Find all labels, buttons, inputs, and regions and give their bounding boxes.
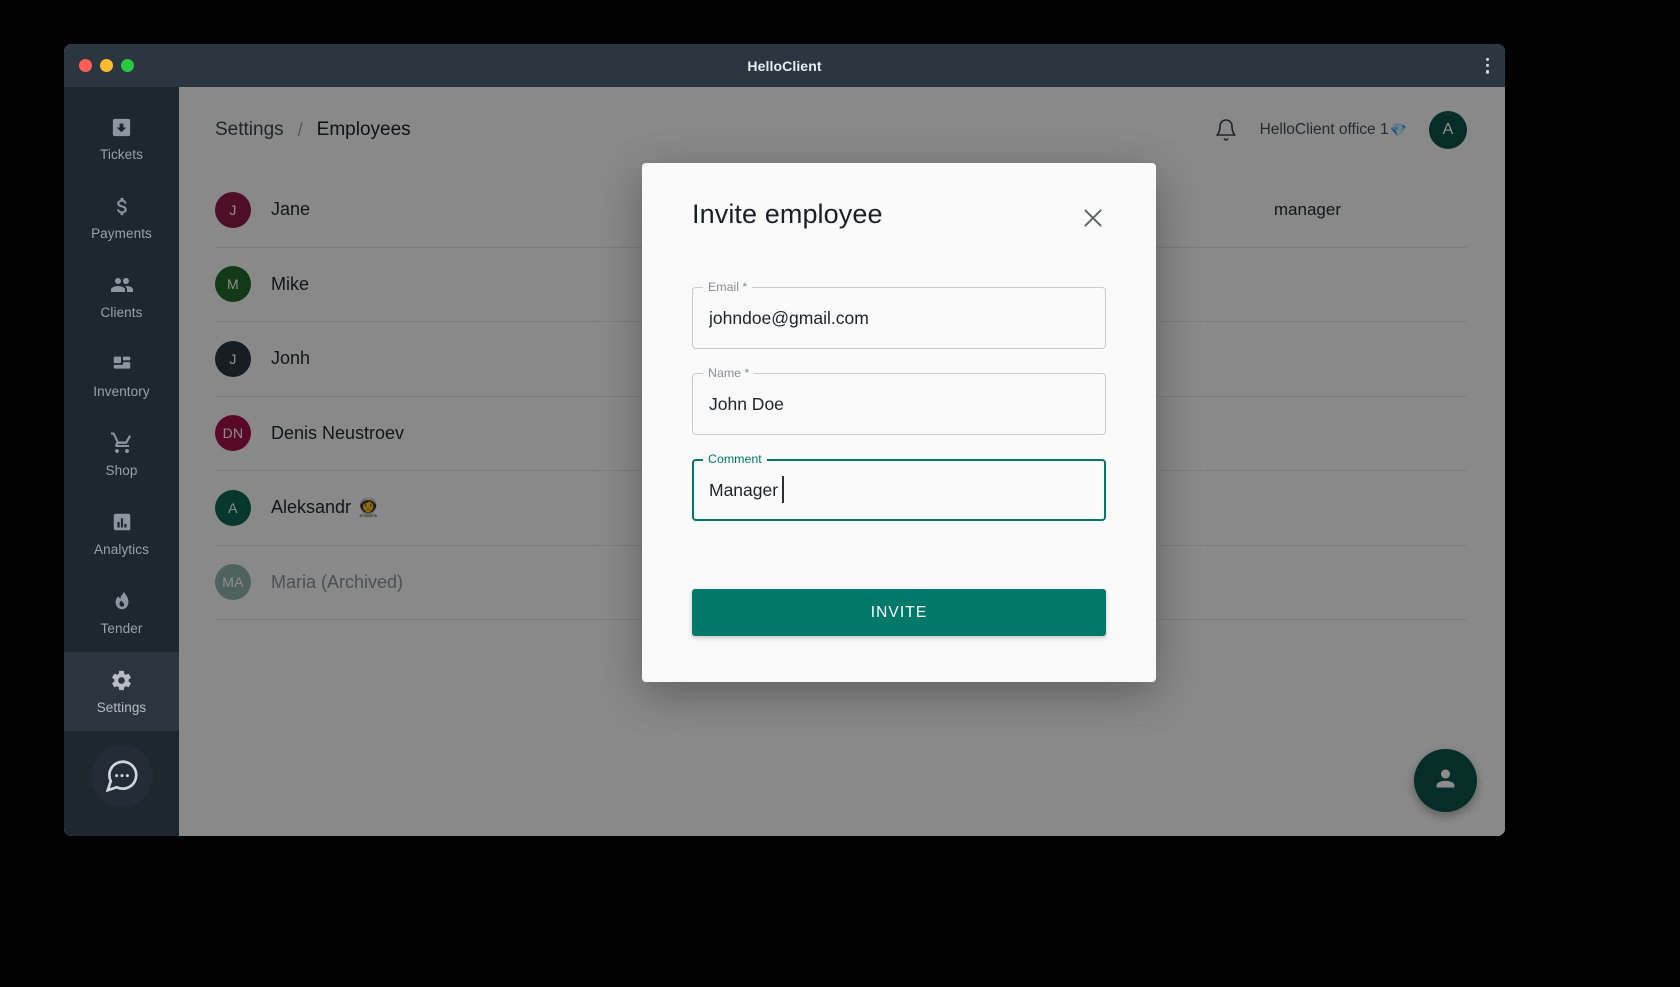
sidebar-item-tender[interactable]: Tender (64, 573, 179, 652)
flame-icon (110, 589, 134, 613)
name-field[interactable] (692, 373, 1106, 435)
zoom-window-button[interactable] (121, 59, 134, 72)
window-traffic-lights[interactable] (79, 44, 134, 87)
sidebar-item-label: Tickets (100, 147, 143, 162)
comment-field[interactable] (692, 459, 1106, 521)
email-field[interactable] (692, 287, 1106, 349)
sidebar: Tickets Payments Clients Inventory Shop … (64, 87, 179, 836)
page-title: Invite employee (692, 199, 883, 229)
sidebar-item-payments[interactable]: Payments (64, 178, 179, 257)
close-icon[interactable] (1080, 205, 1106, 231)
email-field-wrapper: Email * (692, 279, 1106, 349)
main-content: Settings / Employees HelloClient office … (179, 87, 1505, 836)
close-window-button[interactable] (79, 59, 92, 72)
bar-chart-icon (110, 510, 134, 534)
chat-bubble-icon[interactable] (90, 745, 153, 807)
sidebar-item-inventory[interactable]: Inventory (64, 336, 179, 415)
text-caret (782, 476, 784, 503)
sidebar-item-label: Payments (91, 226, 152, 241)
sidebar-item-label: Analytics (94, 542, 149, 557)
sidebar-item-clients[interactable]: Clients (64, 257, 179, 336)
window-title: HelloClient (747, 57, 822, 74)
screen-root: HelloClient Tickets Payments Clients Inv… (0, 0, 1680, 987)
dollar-icon (110, 194, 134, 218)
sidebar-item-tickets[interactable]: Tickets (64, 99, 179, 178)
app-window: HelloClient Tickets Payments Clients Inv… (64, 44, 1505, 836)
dialog-header: Invite employee (692, 199, 1106, 231)
grid-layout-icon (110, 352, 134, 376)
comment-field-wrapper: Comment (692, 451, 1106, 521)
gear-icon (110, 668, 134, 692)
sidebar-item-settings[interactable]: Settings (64, 652, 179, 731)
sidebar-item-shop[interactable]: Shop (64, 415, 179, 494)
sidebar-item-label: Clients (100, 305, 143, 320)
sidebar-item-analytics[interactable]: Analytics (64, 494, 179, 573)
window-titlebar: HelloClient (64, 44, 1505, 87)
ticket-inbox-icon (110, 115, 134, 139)
people-icon (110, 273, 134, 297)
invite-employee-dialog: Invite employee Email * johndoe@gmail.co… (642, 163, 1156, 682)
sidebar-item-label: Shop (105, 463, 138, 478)
sidebar-item-label: Settings (96, 700, 147, 715)
app-body: Tickets Payments Clients Inventory Shop … (64, 87, 1505, 836)
shopping-cart-icon (110, 431, 134, 455)
sidebar-item-label: Tender (100, 621, 143, 636)
kebab-menu-icon[interactable] (1485, 57, 1489, 74)
minimize-window-button[interactable] (100, 59, 113, 72)
sidebar-item-label: Inventory (93, 384, 150, 399)
name-field-wrapper: Name * (692, 365, 1106, 435)
invite-button[interactable]: INVITE (692, 589, 1106, 636)
